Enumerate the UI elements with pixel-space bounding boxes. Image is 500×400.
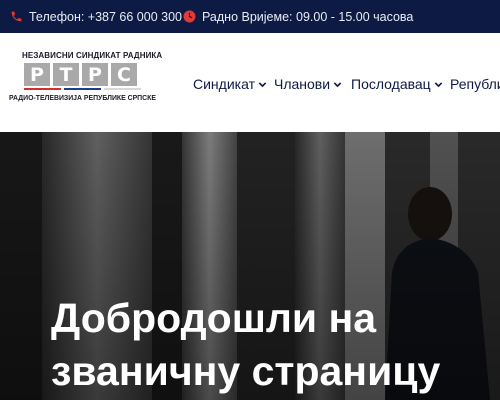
nav-item-label: Синдикат xyxy=(193,76,255,92)
phone-info[interactable]: Телефон: +387 66 000 300 xyxy=(9,0,182,33)
chevron-down-icon xyxy=(258,80,267,89)
working-hours-info: Радно Вријеме: 09.00 - 15.00 часова xyxy=(182,0,413,33)
phone-text: Телефон: +387 66 000 300 xyxy=(29,9,182,24)
hero-title-line: званичну страницу xyxy=(51,348,441,394)
nav-item-clanovi[interactable]: Чланови xyxy=(274,76,342,92)
phone-icon xyxy=(9,10,23,24)
chevron-down-icon xyxy=(333,80,342,89)
nav-item-label: Чланови xyxy=(274,76,331,92)
main-navigation: Синдикат Чланови Послодавац Републи xyxy=(0,33,500,132)
nav-item-label: Послодавац xyxy=(351,76,431,92)
hero-title: Добродошли на званичну страницу xyxy=(51,292,500,398)
nav-item-sindikat[interactable]: Синдикат xyxy=(193,76,267,92)
clock-icon xyxy=(182,10,196,24)
hours-text: Радно Вријеме: 09.00 - 15.00 часова xyxy=(202,9,414,24)
chevron-down-icon xyxy=(434,80,443,89)
nav-item-poslodavac[interactable]: Послодавац xyxy=(351,76,443,92)
nav-item-republika[interactable]: Републи xyxy=(450,76,500,92)
hero-banner: Добродошли на званичну страницу xyxy=(0,132,500,400)
hero-title-line: Добродошли на xyxy=(51,295,377,341)
top-info-bar: Телефон: +387 66 000 300 Радно Вријеме: … xyxy=(0,0,500,33)
nav-item-label: Републи xyxy=(450,76,500,92)
